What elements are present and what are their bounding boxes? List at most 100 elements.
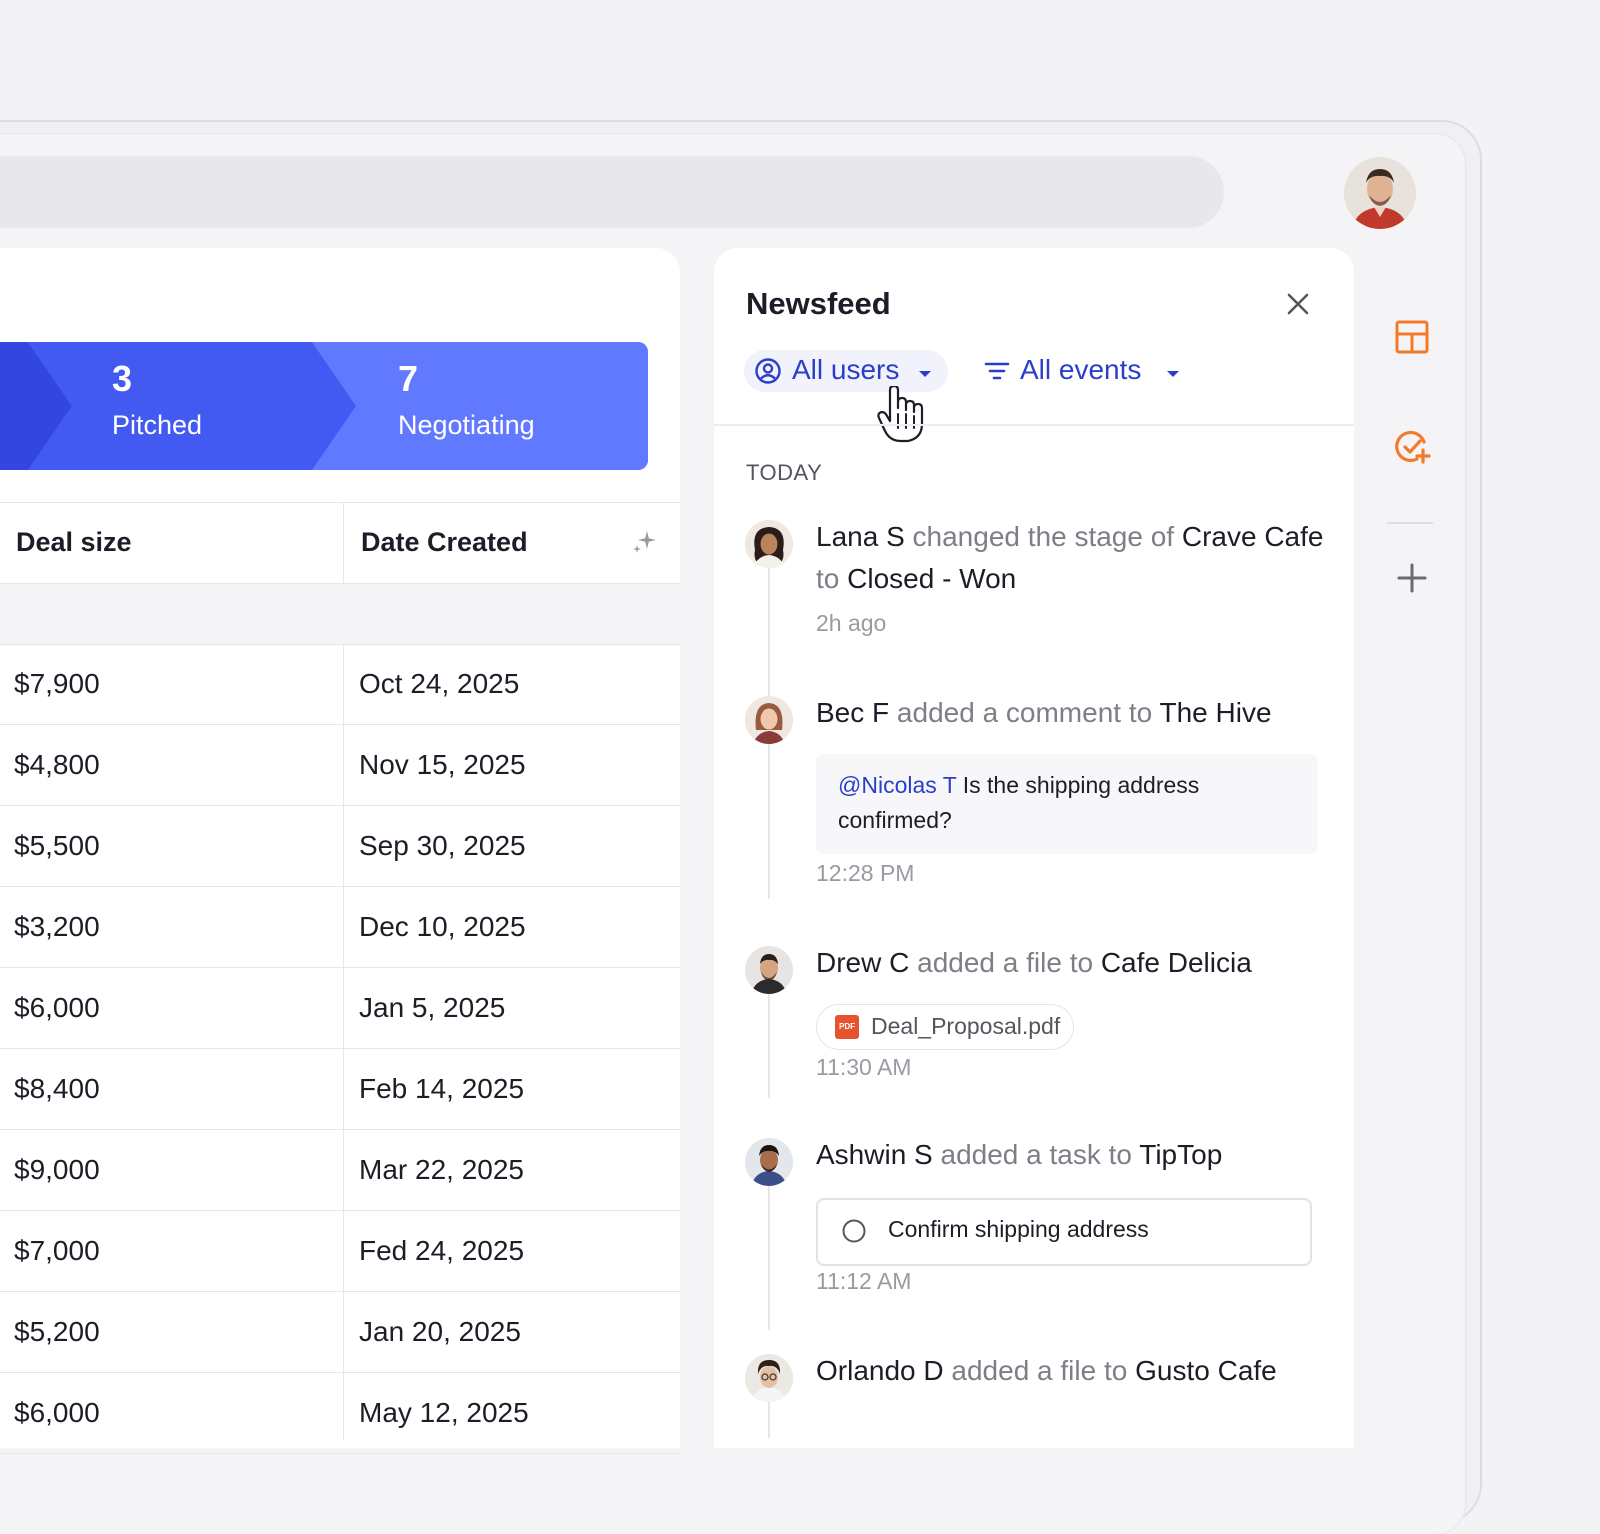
checkbox-circle-icon[interactable] xyxy=(842,1219,866,1243)
cell-date-created: Jan 20, 2025 xyxy=(359,1316,521,1347)
feed-user[interactable]: Ashwin S xyxy=(816,1139,933,1170)
feed-item-text: Drew C added a file to Cafe Delicia xyxy=(816,942,1326,984)
layout-icon[interactable] xyxy=(1393,318,1431,356)
feed-user[interactable]: Lana S xyxy=(816,521,905,552)
avatar[interactable] xyxy=(745,1138,793,1186)
cell-deal-size: $9,000 xyxy=(14,1154,100,1185)
table-row[interactable]: $7,000 Fed 24, 2025 xyxy=(0,1211,680,1292)
cell-date-created: Mar 22, 2025 xyxy=(359,1154,524,1185)
feed-item-text: Bec F added a comment to The Hive xyxy=(816,692,1326,734)
newsfeed-title: Newsfeed xyxy=(746,286,891,321)
newsfeed-panel: Newsfeed All users All events TODAY Lana… xyxy=(714,248,1354,1448)
cell-date-created: Oct 24, 2025 xyxy=(359,668,520,699)
search-bar[interactable] xyxy=(0,156,1224,228)
filter-events-label[interactable]: All events xyxy=(1020,354,1141,386)
cell-deal-size: $7,000 xyxy=(14,1235,100,1266)
avatar[interactable] xyxy=(745,696,793,744)
feed-item-text: Ashwin S added a task to TipTop xyxy=(816,1134,1326,1176)
table-row[interactable]: $3,200 Dec 10, 2025 xyxy=(0,887,680,968)
sparkle-icon[interactable] xyxy=(632,529,658,555)
filter-icon[interactable] xyxy=(984,359,1010,383)
user-circle-icon xyxy=(754,357,782,385)
chevron-down-icon[interactable] xyxy=(1166,366,1180,384)
cell-deal-size: $6,000 xyxy=(14,992,100,1023)
feed-time: 2h ago xyxy=(816,610,887,636)
feed-target[interactable]: Cafe Delicia xyxy=(1101,947,1252,978)
cell-date-created: Jan 5, 2025 xyxy=(359,992,506,1023)
hand-cursor-icon xyxy=(876,384,926,444)
feed-action: changed the stage of xyxy=(912,521,1175,552)
feed-user[interactable]: Drew C xyxy=(816,947,909,978)
chevron-down-icon[interactable] xyxy=(918,366,932,384)
avatar[interactable] xyxy=(745,1354,793,1402)
plus-icon[interactable] xyxy=(1393,559,1431,597)
table-row[interactable]: $7,900 Oct 24, 2025 xyxy=(0,644,680,725)
cell-date-created: Sep 30, 2025 xyxy=(359,830,526,861)
task-label: Confirm shipping address xyxy=(888,1216,1149,1242)
cell-deal-size: $7,900 xyxy=(14,668,100,699)
feed-target[interactable]: TipTop xyxy=(1139,1139,1222,1170)
feed-target[interactable]: Crave Cafe xyxy=(1182,521,1324,552)
file-name: Deal_Proposal.pdf xyxy=(871,1013,1061,1039)
cell-date-created: Dec 10, 2025 xyxy=(359,911,526,942)
column-header-date-created[interactable]: Date Created xyxy=(361,527,528,558)
cell-deal-size: $3,200 xyxy=(14,911,100,942)
cell-deal-size: $8,400 xyxy=(14,1073,100,1104)
filter-users-label[interactable]: All users xyxy=(792,354,899,386)
timeline xyxy=(768,1170,770,1330)
timeline xyxy=(768,978,770,1098)
stage-count: 7 xyxy=(398,358,419,399)
comment-box: @Nicolas T Is the shipping address confi… xyxy=(816,754,1318,854)
feed-action: added a comment to xyxy=(896,697,1153,728)
close-icon[interactable] xyxy=(1284,290,1312,318)
feed-user[interactable]: Bec F xyxy=(816,697,889,728)
mention-link[interactable]: @Nicolas T xyxy=(838,772,956,798)
avatar[interactable] xyxy=(1344,157,1416,229)
cell-deal-size: $5,500 xyxy=(14,830,100,861)
feed-target: Closed - Won xyxy=(847,563,1017,594)
avatar[interactable] xyxy=(745,520,793,568)
feed-action: added a task to xyxy=(940,1139,1132,1170)
feed-action: added a file to xyxy=(951,1355,1128,1386)
feed-action: to xyxy=(816,563,840,594)
feed-time: 11:12 AM xyxy=(816,1268,912,1294)
task-add-icon[interactable] xyxy=(1393,428,1431,466)
feed-user[interactable]: Orlando D xyxy=(816,1355,944,1386)
divider xyxy=(1387,522,1433,524)
task-card[interactable]: Confirm shipping address xyxy=(816,1198,1312,1266)
feed-target[interactable]: The Hive xyxy=(1159,697,1271,728)
cell-deal-size: $6,000 xyxy=(14,1397,100,1428)
table-body: $7,900 Oct 24, 2025 $4,800 Nov 15, 2025 $5,5… xyxy=(0,644,680,1454)
feed-action: added a file to xyxy=(917,947,1094,978)
column-header-deal-size[interactable]: Deal size xyxy=(16,527,132,558)
cell-date-created: Fed 24, 2025 xyxy=(359,1235,525,1266)
cell-date-created: May 12, 2025 xyxy=(359,1397,529,1428)
table-row[interactable]: $6,000 Jan 5, 2025 xyxy=(0,968,680,1049)
table-row[interactable]: $5,500 Sep 30, 2025 xyxy=(0,806,680,887)
table-row[interactable]: $8,400 Feb 14, 2025 xyxy=(0,1049,680,1130)
stage-label: Pitched xyxy=(112,410,203,440)
cell-deal-size: $4,800 xyxy=(14,749,100,780)
feed-time: 12:28 PM xyxy=(816,860,915,886)
cell-date-created: Feb 14, 2025 xyxy=(359,1073,525,1104)
feed-target[interactable]: Gusto Cafe xyxy=(1135,1355,1277,1386)
divider xyxy=(714,424,1354,426)
table-header: Deal size Date Created xyxy=(0,502,680,584)
group-row xyxy=(0,584,680,645)
cell-deal-size: $5,200 xyxy=(14,1316,100,1347)
cell-date-created: Nov 15, 2025 xyxy=(359,749,526,780)
file-attachment[interactable]: PDF Deal_Proposal.pdf xyxy=(816,1004,1074,1050)
table-row[interactable]: $4,800 Nov 15, 2025 xyxy=(0,725,680,806)
timeline xyxy=(768,734,770,899)
feed-time: 11:30 AM xyxy=(816,1054,912,1080)
table-row[interactable]: $5,200 Jan 20, 2025 xyxy=(0,1292,680,1373)
stage-count: 3 xyxy=(112,358,133,399)
pipeline-stages: 3 Pitched 7 Negotiating xyxy=(0,342,648,470)
table-row[interactable]: $6,000 May 12, 2025 xyxy=(0,1373,680,1454)
pdf-icon: PDF xyxy=(835,1015,859,1039)
feed-item-text: Lana S changed the stage of Crave Cafe t… xyxy=(816,516,1326,600)
section-label-today: TODAY xyxy=(746,460,823,485)
table-row[interactable]: $9,000 Mar 22, 2025 xyxy=(0,1130,680,1211)
feed-item-text: Orlando D added a file to Gusto Cafe xyxy=(816,1350,1326,1392)
avatar[interactable] xyxy=(745,946,793,994)
